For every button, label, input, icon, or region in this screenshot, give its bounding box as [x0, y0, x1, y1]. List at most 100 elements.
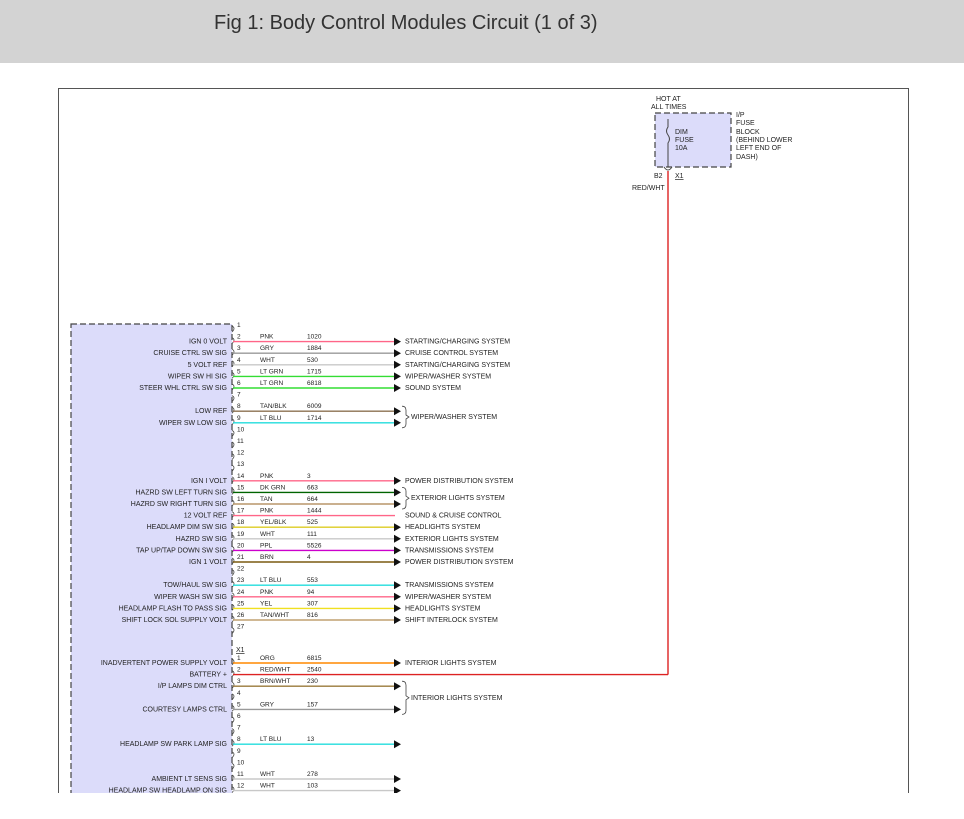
circuit-number-c1-25: 307: [307, 600, 318, 607]
pin-number-c1-1: 1: [237, 322, 241, 329]
pin-number-c1-13: 13: [237, 461, 245, 468]
pin-number-c1-11: 11: [237, 438, 244, 445]
circuit-number-c1-5: 1715: [307, 368, 322, 375]
wire-color-label-c1-17: PNK: [260, 508, 274, 515]
wire-color-label-c1-16: TAN: [260, 496, 273, 503]
pin-number-c1-12: 12: [237, 450, 245, 457]
signal-label-c1-18: HEADLAMP DIM SW SIG: [147, 524, 227, 531]
wire-color-label-c2-11: WHT: [260, 771, 275, 778]
wiring-diagram: HOT AT ALL TIMES DIM FUSE 10A I/P FUSE B…: [70, 96, 792, 793]
signal-label-c1-26: SHIFT LOCK SOL SUPPLY VOLT: [122, 617, 228, 624]
wire-color-label-c2-1: ORG: [260, 655, 275, 662]
pin-bracket-c1-27: [231, 627, 235, 634]
pin-number-c1-27: 27: [237, 624, 245, 631]
diagram-frame: HOT AT ALL TIMES DIM FUSE 10A I/P FUSE B…: [58, 88, 909, 793]
fuse-name-2: FUSE: [675, 137, 694, 144]
wire-arrow-c1-3: [394, 349, 401, 358]
pin-number-c2-7: 7: [237, 725, 241, 732]
pin-number-c1-22: 22: [237, 566, 245, 573]
pin-number-c2-6: 6: [237, 713, 241, 720]
pin-number-c2-8: 8: [237, 736, 241, 743]
group-bracket-1: [401, 487, 410, 510]
circuit-number-c1-4: 530: [307, 357, 318, 364]
pin-number-c2-2: 2: [237, 667, 241, 674]
signal-label-c1-4: 5 VOLT REF: [188, 362, 227, 369]
destination-label-c1-24: WIPER/WASHER SYSTEM: [405, 594, 491, 601]
pin-number-c1-25: 25: [237, 600, 245, 607]
wire-color-label-c1-6: LT GRN: [260, 380, 284, 387]
group-destination-label-3: INTERIOR LIGHTS SYSTEM: [411, 695, 503, 702]
circuit-number-c1-16: 664: [307, 496, 318, 503]
destination-label-c1-26: SHIFT INTERLOCK SYSTEM: [405, 617, 498, 624]
signal-label-c2-1: INADVERTENT POWER SUPPLY VOLT: [101, 660, 228, 667]
circuit-number-c2-12: 103: [307, 783, 318, 790]
wire-arrow-c1-14: [394, 476, 401, 485]
pin-number-c1-10: 10: [237, 426, 245, 433]
destination-label-c1-23: TRANSMISSIONS SYSTEM: [405, 582, 494, 589]
signal-label-c2-8: HEADLAMP SW PARK LAMP SIG: [120, 741, 227, 748]
wire-arrow-c1-2: [394, 337, 401, 346]
circuit-number-c2-8: 13: [307, 736, 315, 743]
pin-number-c1-3: 3: [237, 345, 241, 352]
circuit-number-c1-17: 1444: [307, 508, 322, 515]
connector2-id-label: X1: [236, 647, 245, 654]
fuse-wire-color: RED/WHT: [632, 185, 665, 192]
wire-arrow-c1-8: [394, 407, 401, 416]
circuit-number-c1-3: 1884: [307, 345, 322, 352]
fuse-block-label-4: (BEHIND LOWER: [736, 137, 792, 144]
fuse-block-label-6: DASH): [736, 154, 758, 161]
fuse-block-label-5: LEFT END OF: [736, 145, 781, 152]
fuse-block-label-3: BLOCK: [736, 129, 760, 136]
signal-label-c2-12: HEADLAMP SW HEADLAMP ON SIG: [109, 788, 227, 793]
wire-color-label-c1-26: TAN/WHT: [260, 612, 289, 619]
pin-number-c1-16: 16: [237, 496, 245, 503]
pin-number-c1-19: 19: [237, 531, 245, 538]
wire-color-label-c1-9: LT BLU: [260, 415, 282, 422]
destination-label-c1-25: HEADLIGHTS SYSTEM: [405, 605, 481, 612]
signal-label-c1-23: TOW/HAUL SW SIG: [163, 582, 227, 589]
wire-color-label-c1-21: BRN: [260, 554, 274, 561]
wire-color-label-c2-12: WHT: [260, 783, 275, 790]
fuse-block-label-1: I/P: [736, 112, 745, 119]
signal-label-c1-3: CRUISE CTRL SW SIG: [153, 350, 227, 357]
wire-color-label-c1-14: PNK: [260, 473, 274, 480]
circuit-number-c1-26: 816: [307, 612, 318, 619]
wire-color-label-c1-2: PNK: [260, 334, 274, 341]
destination-label-c1-21: POWER DISTRIBUTION SYSTEM: [405, 559, 514, 566]
pin-number-c2-5: 5: [237, 701, 241, 708]
wire-arrow-c1-21: [394, 558, 401, 566]
signal-label-c1-16: HAZRD SW RIGHT TURN SIG: [131, 501, 227, 508]
circuit-number-c1-14: 3: [307, 473, 311, 480]
destination-label-c1-4: STARTING/CHARGING SYSTEM: [405, 362, 510, 369]
wire-arrow-c1-24: [394, 592, 401, 601]
wire-arrow-c2-1: [394, 659, 401, 667]
circuit-number-c1-18: 525: [307, 519, 318, 526]
wire-arrow-c1-25: [394, 604, 401, 613]
pin-number-c1-26: 26: [237, 612, 245, 619]
group-destination-label-2: SOUND & CRUISE CONTROL: [405, 513, 502, 520]
pin-number-c2-3: 3: [237, 678, 241, 685]
wire-color-label-c2-3: BRN/WHT: [260, 678, 290, 685]
wire-arrow-c2-8: [394, 740, 401, 749]
hot-at-label-2: ALL TIMES: [651, 104, 687, 111]
signal-label-c2-2: BATTERY +: [189, 672, 227, 679]
wire-color-label-c1-3: GRY: [260, 345, 275, 352]
wire-color-label-c1-23: LT BLU: [260, 577, 282, 584]
circuit-number-c2-2: 2540: [307, 667, 322, 674]
group-destination-label-1: EXTERIOR LIGHTS SYSTEM: [411, 495, 505, 502]
destination-label-c2-1: INTERIOR LIGHTS SYSTEM: [405, 660, 497, 667]
circuit-number-c1-19: 111: [307, 531, 317, 538]
pin-number-c1-2: 2: [237, 334, 241, 341]
pin-number-c2-1: 1: [237, 655, 241, 662]
wire-color-label-c1-15: DK GRN: [260, 484, 286, 491]
group-destination-label-0: WIPER/WASHER SYSTEM: [411, 414, 497, 421]
destination-label-c1-20: TRANSMISSIONS SYSTEM: [405, 547, 494, 554]
circuit-number-c1-24: 94: [307, 589, 315, 596]
signal-label-c1-20: TAP UP/TAP DOWN SW SIG: [136, 547, 227, 554]
fuse-block-label-2: FUSE: [736, 120, 755, 127]
destination-label-c1-6: SOUND SYSTEM: [405, 385, 461, 392]
circuit-number-c1-6: 6818: [307, 380, 322, 387]
wire-arrow-c1-6: [394, 384, 401, 392]
wire-color-label-c1-5: LT GRN: [260, 368, 284, 375]
pin-number-c2-11: 11: [237, 771, 244, 778]
